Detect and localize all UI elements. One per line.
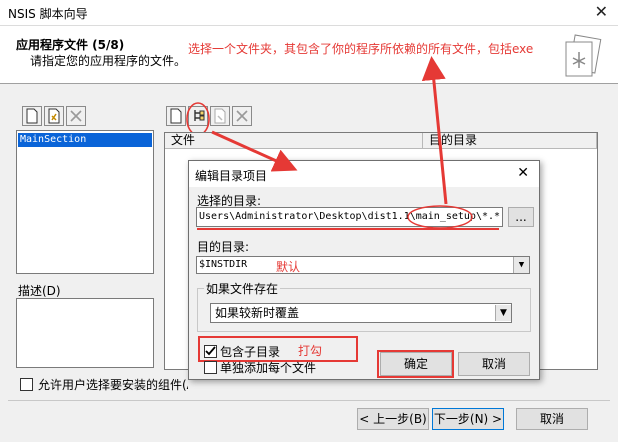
annotation-arrows	[211, 56, 448, 205]
